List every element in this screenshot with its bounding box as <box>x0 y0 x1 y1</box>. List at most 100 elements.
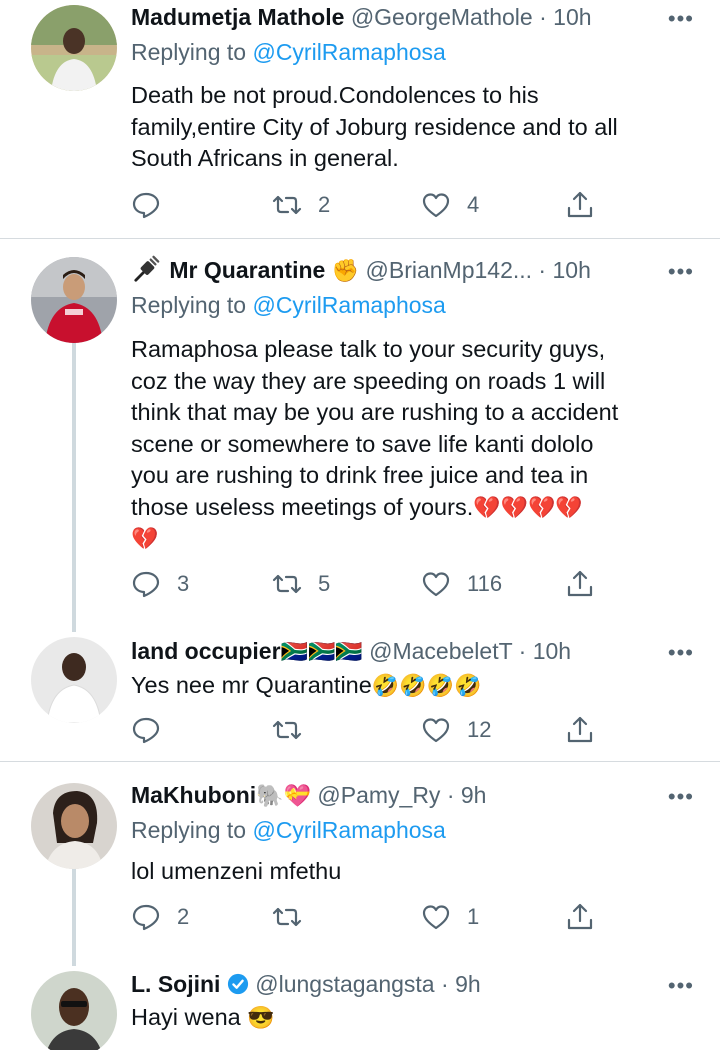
tweet-text-segment: Hayi wena <box>131 1004 241 1030</box>
like-count: 1 <box>467 904 480 929</box>
timestamp[interactable]: 10h <box>553 4 591 30</box>
user-handle[interactable]: @GeorgeMathole <box>351 4 533 30</box>
display-name[interactable]: land occupier <box>131 638 281 664</box>
user-handle[interactable]: @BrianMp142... <box>366 257 533 283</box>
tweet-actions: 2 4 <box>131 185 611 225</box>
tweet-header: Madumetja Mathole @GeorgeMathole · 10h •… <box>131 0 700 34</box>
reply-button[interactable]: 2 <box>131 897 189 937</box>
display-name[interactable]: Madumetja Mathole <box>131 4 344 30</box>
name-emoji: 🇿🇦🇿🇦🇿🇦 <box>280 639 363 664</box>
share-icon <box>567 716 593 743</box>
verified-badge-icon <box>227 973 248 995</box>
tweet-text-segment: Yes nee mr Quarantine <box>131 672 372 698</box>
replying-to: Replying to @CyrilRamaphosa <box>131 35 446 69</box>
tweet-text-line: coz the way they are speeding on roads 1… <box>131 367 606 394</box>
footballer-avatar-icon <box>31 257 117 343</box>
reply-count: 3 <box>177 571 190 596</box>
retweet-button[interactable] <box>272 897 318 937</box>
reply-icon <box>132 717 160 744</box>
retweet-icon <box>272 720 302 740</box>
more-options-icon[interactable]: ••• <box>668 636 694 670</box>
mention-link[interactable]: @CyrilRamaphosa <box>252 817 445 843</box>
retweet-button[interactable] <box>272 710 318 750</box>
tweet-actions: 12 <box>131 710 611 750</box>
tweet-header: L. Sojini @lungstagangsta · 9h ••• <box>131 967 700 1001</box>
person-avatar-icon <box>31 783 117 869</box>
more-options-icon[interactable]: ••• <box>668 969 694 1003</box>
retweet-icon <box>272 574 302 594</box>
tweet-text-line: Ramaphosa please talk to your security g… <box>131 336 606 362</box>
like-button[interactable]: 4 <box>421 185 479 225</box>
mention-link[interactable]: @CyrilRamaphosa <box>252 292 445 318</box>
tweet[interactable]: Mr Quarantine ✊ @BrianMp142... · 10h •••… <box>0 252 720 632</box>
share-button[interactable] <box>565 564 595 604</box>
like-count: 12 <box>467 717 492 742</box>
reply-button[interactable] <box>131 185 177 225</box>
display-name[interactable]: L. Sojini <box>131 971 220 997</box>
reply-icon <box>132 904 160 931</box>
tweet-text-line: Yes nee mr Quarantine🤣🤣🤣🤣 <box>131 670 691 702</box>
share-button[interactable] <box>565 897 595 937</box>
timestamp[interactable]: 9h <box>461 782 487 808</box>
separator: · <box>532 257 553 283</box>
share-button[interactable] <box>565 185 595 225</box>
tweet-text: Ramaphosa please talk to your security g… <box>131 334 691 555</box>
tweet[interactable]: MaKhuboni🐘💝 @Pamy_Ry · 9h ••• Replying t… <box>0 776 720 966</box>
like-button[interactable]: 12 <box>421 710 491 750</box>
name-emoji: 🐘💝 <box>256 783 311 808</box>
divider <box>0 761 720 762</box>
plug-icon <box>134 255 160 282</box>
reply-button[interactable]: 3 <box>131 564 189 604</box>
display-name[interactable]: MaKhuboni <box>131 782 256 808</box>
more-options-icon[interactable]: ••• <box>668 780 694 814</box>
avatar[interactable] <box>31 971 117 1050</box>
retweet-icon <box>272 195 302 215</box>
tweet-text-line: South Africans in general. <box>131 145 399 171</box>
user-handle[interactable]: @Pamy_Ry <box>317 782 440 808</box>
like-button[interactable]: 1 <box>421 897 479 937</box>
avatar[interactable] <box>31 637 117 723</box>
tweet-text: Yes nee mr Quarantine🤣🤣🤣🤣 <box>131 670 691 702</box>
like-button[interactable]: 116 <box>421 564 502 604</box>
replying-to: Replying to @CyrilRamaphosa <box>131 813 446 847</box>
more-options-icon[interactable]: ••• <box>668 255 694 289</box>
reply-button[interactable] <box>131 710 177 750</box>
tweet-text-line: scene or somewhere to save life kanti do… <box>131 430 594 457</box>
tweet[interactable]: Madumetja Mathole @GeorgeMathole · 10h •… <box>0 0 720 238</box>
timestamp[interactable]: 10h <box>553 257 591 283</box>
person-avatar-icon <box>31 971 117 1050</box>
retweet-count: 5 <box>318 571 331 596</box>
timestamp[interactable]: 9h <box>455 971 481 997</box>
user-handle[interactable]: @lungstagangsta <box>255 971 434 997</box>
display-name[interactable]: Mr Quarantine <box>169 257 325 283</box>
avatar[interactable] <box>31 257 117 343</box>
tweet-text-line: those useless meetings of yours.💔💔💔💔 <box>131 492 691 524</box>
separator: · <box>512 638 533 664</box>
mention-link[interactable]: @CyrilRamaphosa <box>252 39 445 65</box>
tweet-text-line: Death be not proud.Condolences to his <box>131 82 539 108</box>
reply-icon <box>132 571 160 598</box>
tweet-text: Hayi wena 😎 <box>131 1002 691 1034</box>
name-emoji: ✊ <box>331 258 360 283</box>
tweet[interactable]: land occupier🇿🇦🇿🇦🇿🇦 @MacebeletT · 10h ••… <box>0 632 720 760</box>
tweet-actions: 3 5 116 <box>131 564 611 604</box>
replying-to-prefix: Replying to <box>131 817 253 843</box>
retweet-button[interactable]: 2 <box>272 185 330 225</box>
heart-icon <box>422 193 450 218</box>
tweet[interactable]: L. Sojini @lungstagangsta · 9h ••• Hayi … <box>0 966 720 1050</box>
like-count: 116 <box>467 571 503 596</box>
more-options-icon[interactable]: ••• <box>668 2 694 36</box>
avatar[interactable] <box>31 783 117 869</box>
tweet-text-segment: those useless meetings of yours. <box>131 493 474 520</box>
share-button[interactable] <box>565 710 595 750</box>
timestamp[interactable]: 10h <box>533 638 571 664</box>
share-icon <box>567 903 593 930</box>
share-icon <box>567 191 593 218</box>
divider <box>0 238 720 239</box>
laughing-emoji: 🤣🤣🤣🤣 <box>371 673 482 698</box>
user-handle[interactable]: @MacebeletT <box>369 638 512 664</box>
retweet-icon <box>272 907 302 927</box>
tweet-header: MaKhuboni🐘💝 @Pamy_Ry · 9h ••• <box>131 778 700 812</box>
retweet-button[interactable]: 5 <box>272 564 330 604</box>
avatar[interactable] <box>31 5 117 91</box>
